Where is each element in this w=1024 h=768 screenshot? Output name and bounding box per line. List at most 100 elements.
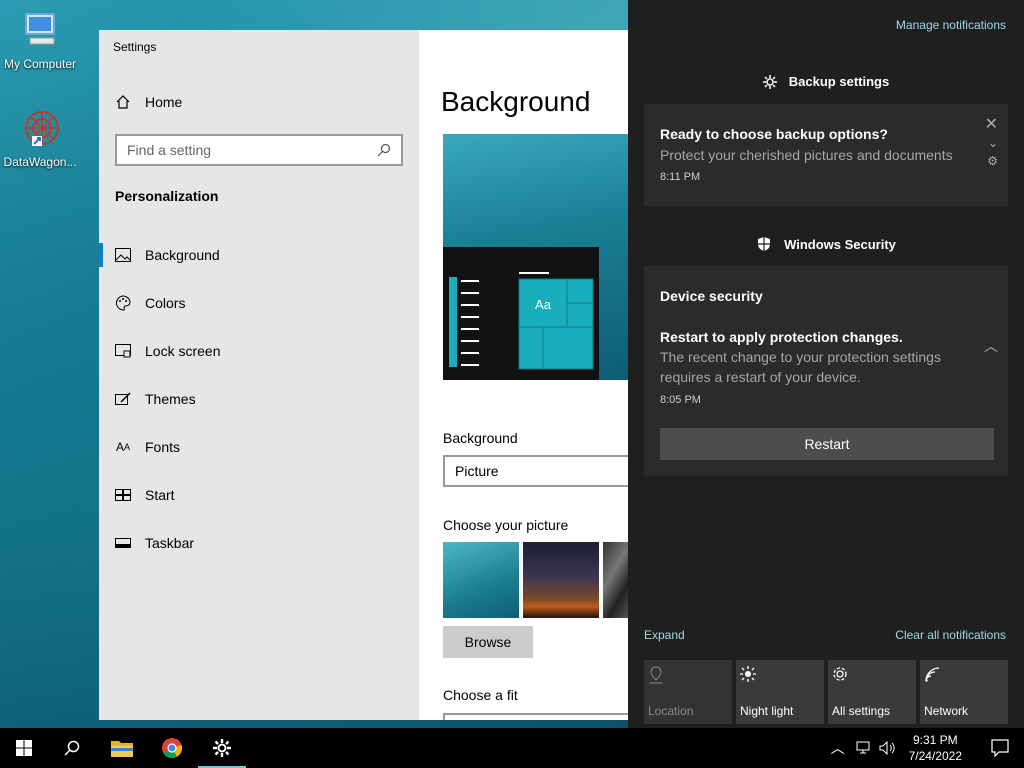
nav-label: Taskbar xyxy=(145,535,195,551)
nav-label: Colors xyxy=(145,295,186,311)
lock-screen-icon xyxy=(115,344,131,358)
manage-notifications-link[interactable]: Manage notifications xyxy=(896,18,1006,32)
action-center: Manage notifications Backup settings Rea… xyxy=(628,0,1024,728)
brightness-icon xyxy=(740,666,756,682)
settings-nav: Background Colors Lock screen Themes AA … xyxy=(99,231,419,567)
notification-time: 8:05 PM xyxy=(660,394,701,406)
notification-body-line: The recent change to your protection set… xyxy=(660,349,941,365)
background-select-value: Picture xyxy=(455,463,499,479)
chevron-up-icon[interactable]: ︿ xyxy=(984,336,998,356)
picture-thumbnail[interactable] xyxy=(523,542,599,618)
expand-link[interactable]: Expand xyxy=(644,628,685,642)
notification-body: Protect your cherished pictures and docu… xyxy=(660,147,953,163)
choose-fit-label: Choose a fit xyxy=(443,687,518,703)
settings-window: Settings Home Find a setting Personaliza… xyxy=(99,30,628,720)
nav-label: Themes xyxy=(145,391,196,407)
notification-time: 8:11 PM xyxy=(660,171,701,183)
system-tray: ︿ 9:31 PM 7/24/2022 xyxy=(831,728,1024,768)
quick-action-label: Network xyxy=(924,704,969,718)
chevron-down-icon[interactable]: ⌄ xyxy=(988,136,998,150)
clock-time: 9:31 PM xyxy=(912,733,958,747)
search-input[interactable]: Find a setting xyxy=(115,134,403,166)
nav-item-themes[interactable]: Themes xyxy=(99,375,419,423)
action-center-button[interactable] xyxy=(976,728,1024,768)
notification-group-backup: Backup settings xyxy=(628,74,1024,89)
quick-action-label: Night light xyxy=(740,704,794,718)
home-label: Home xyxy=(145,94,183,110)
desktop-icon-my-computer[interactable]: My Computer xyxy=(0,10,80,71)
notification-icon xyxy=(991,739,1009,757)
settings-taskbar-button[interactable] xyxy=(198,728,246,768)
background-label: Background xyxy=(443,430,518,446)
group-title: Windows Security xyxy=(784,236,896,252)
folder-icon xyxy=(111,741,133,757)
chevron-up-icon[interactable]: ︿ xyxy=(831,738,845,758)
notification-card[interactable]: Ready to choose backup options? Protect … xyxy=(644,104,1008,206)
clock-date: 7/24/2022 xyxy=(908,749,962,763)
network-tray-icon[interactable] xyxy=(855,741,871,755)
nav-label: Background xyxy=(145,247,220,263)
home-icon xyxy=(116,95,130,109)
nav-item-start[interactable]: Start xyxy=(99,471,419,519)
nav-item-fonts[interactable]: AA Fonts xyxy=(99,423,419,471)
desktop-preview-mock: Aa xyxy=(443,247,599,380)
brush-icon xyxy=(115,392,131,405)
start-menu-preview: Aa xyxy=(449,272,594,370)
fit-select[interactable] xyxy=(443,713,628,720)
background-select[interactable]: Picture xyxy=(443,455,628,487)
gear-icon xyxy=(833,667,847,681)
nav-item-taskbar[interactable]: Taskbar xyxy=(99,519,419,567)
file-explorer-button[interactable] xyxy=(98,728,146,768)
taskbar: ︿ 9:31 PM 7/24/2022 xyxy=(0,728,1024,768)
fonts-icon: AA xyxy=(115,440,131,454)
quick-action-night-light[interactable]: Night light xyxy=(736,660,824,724)
volume-icon[interactable] xyxy=(879,741,897,755)
search-icon xyxy=(64,740,80,756)
nav-label: Lock screen xyxy=(145,343,221,359)
browse-button[interactable]: Browse xyxy=(443,626,533,658)
page-title: Background xyxy=(441,86,591,117)
nav-item-lock-screen[interactable]: Lock screen xyxy=(99,327,419,375)
nav-item-colors[interactable]: Colors xyxy=(99,279,419,327)
gear-icon[interactable]: ⚙ xyxy=(987,154,998,168)
desktop-icon-label: DataWagon... xyxy=(3,155,77,169)
desktop-icon-label: My Computer xyxy=(3,57,77,71)
group-title: Backup settings xyxy=(788,74,890,89)
home-link[interactable]: Home xyxy=(115,94,182,110)
quick-action-network[interactable]: Network xyxy=(920,660,1008,724)
network-icon xyxy=(925,667,940,682)
section-title: Personalization xyxy=(115,188,219,204)
picture-thumbnail[interactable] xyxy=(603,542,628,618)
picture-thumbnails xyxy=(443,542,628,618)
notification-title: Restart to apply protection changes. xyxy=(660,329,903,345)
taskbar-search-button[interactable] xyxy=(48,728,96,768)
notification-group-security: Windows Security xyxy=(628,236,1024,252)
close-icon[interactable]: ✕ xyxy=(985,114,998,134)
picture-thumbnail[interactable] xyxy=(443,542,519,618)
window-title: Settings xyxy=(113,40,157,54)
windows-logo-icon xyxy=(16,740,32,756)
search-placeholder: Find a setting xyxy=(127,142,212,158)
settings-main: Background Aa Background Picture Choose … xyxy=(419,30,628,720)
gear-icon xyxy=(762,74,777,89)
restart-button[interactable]: Restart xyxy=(660,428,994,460)
notification-card[interactable]: Device security Restart to apply protect… xyxy=(644,266,1008,476)
chrome-button[interactable] xyxy=(148,728,196,768)
datawagon-icon xyxy=(25,111,59,146)
quick-action-location[interactable]: Location xyxy=(644,660,732,724)
start-button[interactable] xyxy=(0,728,48,768)
notification-subtitle: Device security xyxy=(660,288,763,304)
choose-picture-label: Choose your picture xyxy=(443,517,569,533)
gear-icon xyxy=(213,739,231,757)
monitor-icon xyxy=(25,13,55,45)
clear-all-notifications-link[interactable]: Clear all notifications xyxy=(895,628,1006,642)
shield-icon xyxy=(758,237,771,251)
notification-body-line: requires a restart of your device. xyxy=(660,369,861,385)
taskbar-clock[interactable]: 9:31 PM 7/24/2022 xyxy=(909,732,962,764)
quick-action-all-settings[interactable]: All settings xyxy=(828,660,916,724)
nav-item-background[interactable]: Background xyxy=(99,231,419,279)
background-preview: Aa xyxy=(443,134,628,380)
picture-icon xyxy=(115,248,131,262)
desktop-icon-datawagon[interactable]: DataWagon... xyxy=(0,108,80,169)
taskbar-icon xyxy=(115,538,131,548)
